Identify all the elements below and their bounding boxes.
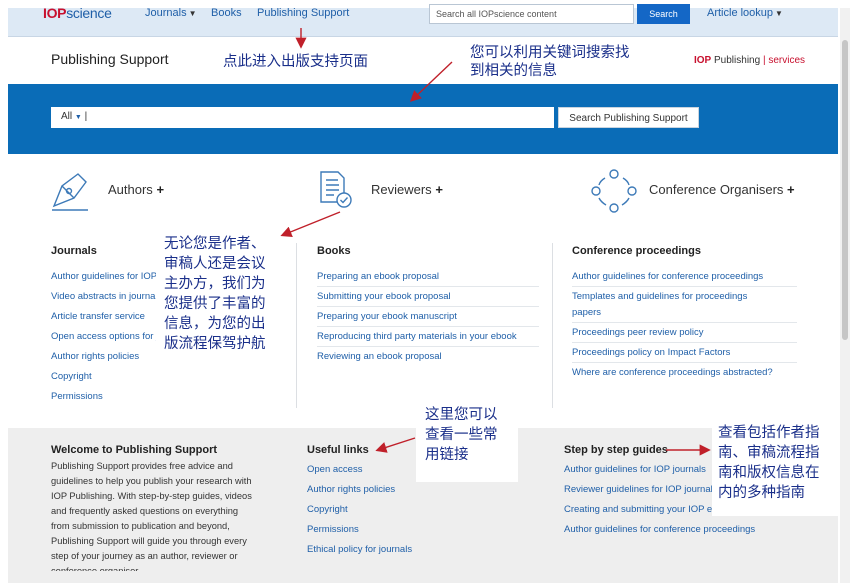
annotation-arrows — [280, 28, 711, 456]
arrow-search-tip — [409, 61, 453, 102]
arrow-useful-links — [375, 437, 416, 453]
arrow-roles — [280, 211, 341, 238]
